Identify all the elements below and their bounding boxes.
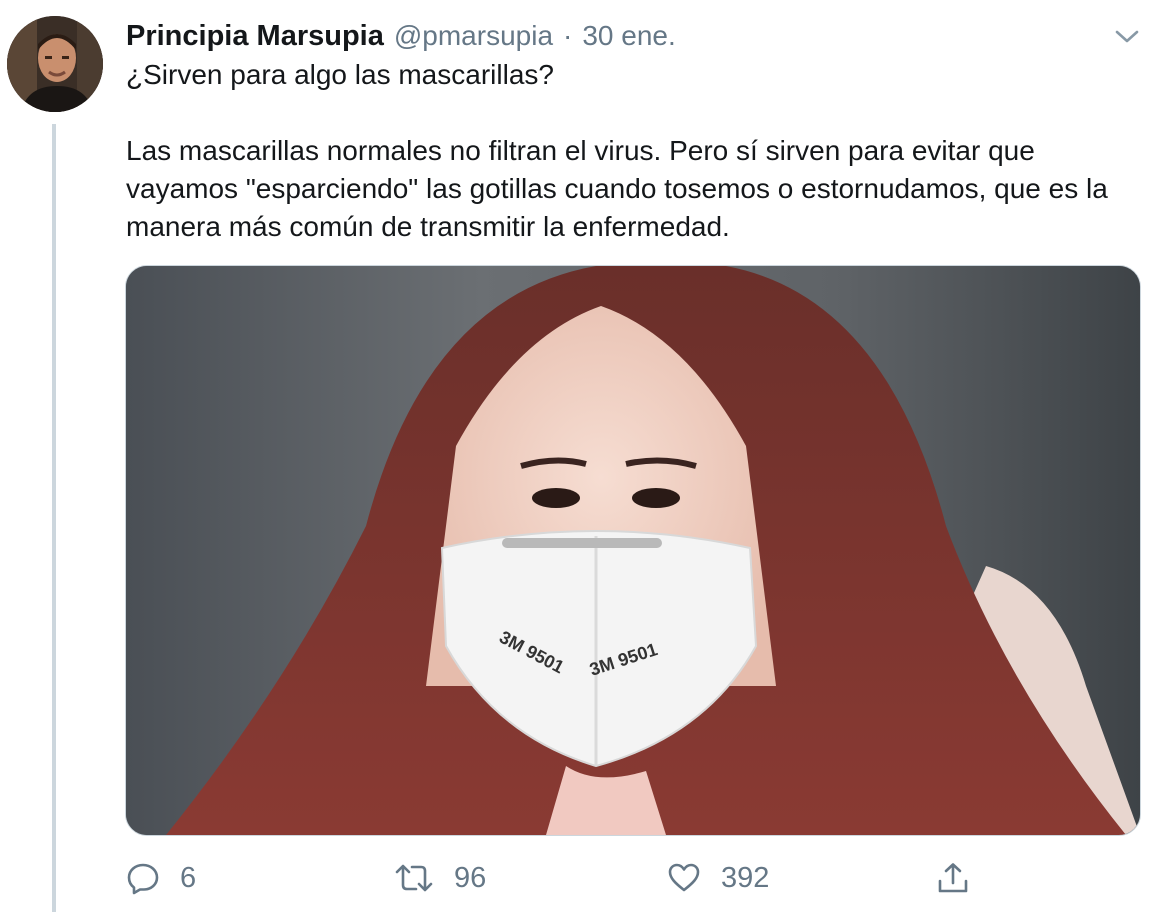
like-button[interactable]: 392 — [667, 856, 769, 900]
tweet-photo[interactable]: 3M 9501 3M 9501 — [125, 265, 1141, 836]
avatar-image — [7, 16, 103, 112]
timestamp[interactable]: 30 ene. — [582, 20, 675, 52]
chevron-down-icon — [1115, 30, 1139, 43]
reply-button[interactable]: 6 — [126, 856, 196, 900]
reply-count: 6 — [180, 861, 197, 894]
tweet-text-line: ¿Sirven para algo las mascarillas? — [126, 59, 554, 90]
like-icon — [668, 863, 700, 892]
retweet-icon — [395, 864, 433, 892]
share-icon — [938, 863, 968, 893]
photo-woman-mask: 3M 9501 3M 9501 — [126, 266, 1140, 835]
thread-line — [52, 124, 56, 912]
tweet-actions: 6 96 392 — [126, 856, 1126, 900]
user-handle[interactable]: @pmarsupia — [394, 20, 553, 52]
display-name[interactable]: Principia Marsupia — [126, 20, 384, 53]
like-count: 392 — [721, 861, 770, 894]
retweet-button[interactable]: 96 — [394, 856, 486, 900]
separator-dot: · — [563, 20, 573, 51]
more-options-button[interactable] — [1112, 22, 1142, 52]
retweet-count: 96 — [454, 861, 487, 894]
tweet-text-paragraph: Las mascarillas normales no filtran el v… — [126, 135, 1108, 242]
share-button[interactable] — [936, 856, 970, 900]
tweet-header: Principia Marsupia @pmarsupia · 30 ene. — [126, 18, 676, 54]
avatar[interactable] — [7, 16, 103, 112]
reply-icon — [127, 863, 159, 895]
tweet-text: ¿Sirven para algo las mascarillas? Las m… — [126, 56, 1136, 246]
